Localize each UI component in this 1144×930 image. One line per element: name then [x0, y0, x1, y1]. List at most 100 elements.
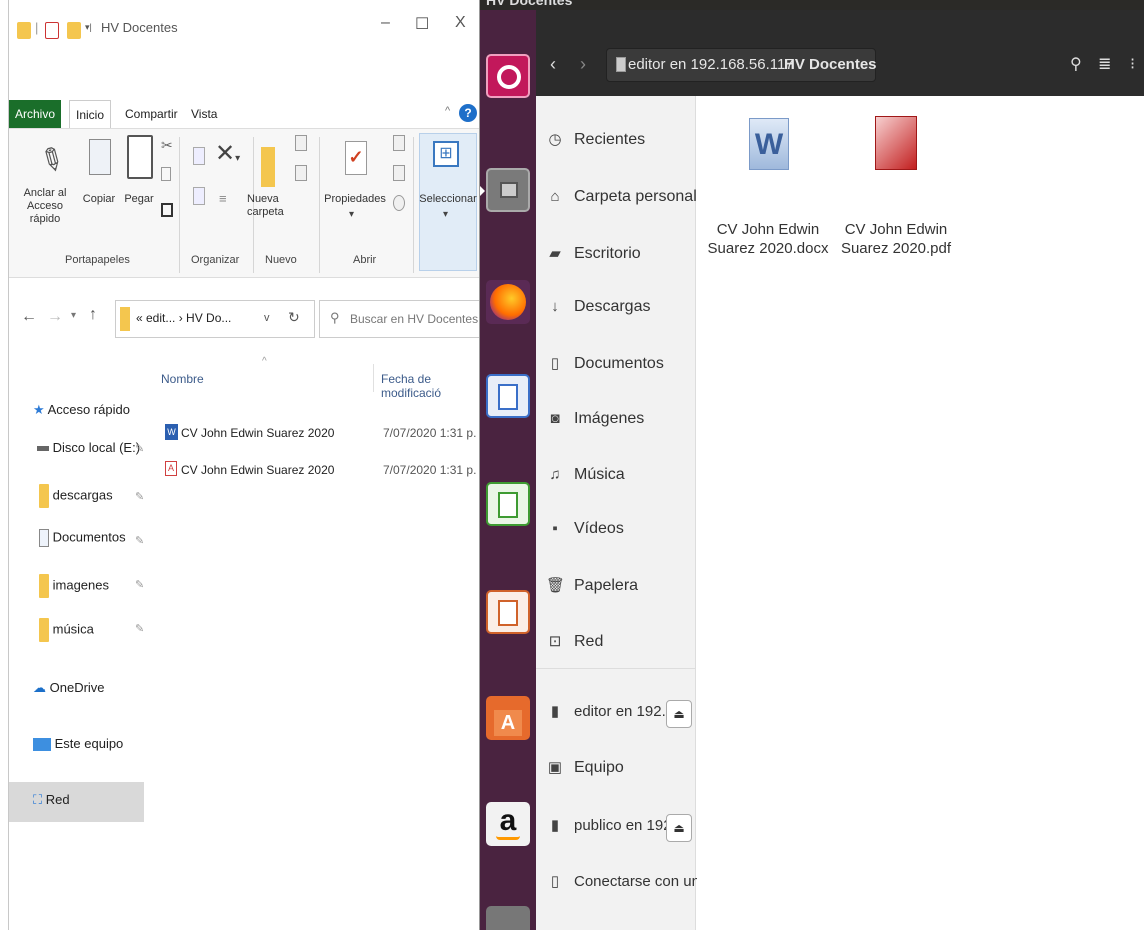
- network-drive-icon: ▮: [550, 817, 560, 834]
- settings-icon[interactable]: [486, 906, 530, 930]
- history-icon[interactable]: [393, 195, 405, 211]
- minimize-button[interactable]: –: [381, 14, 390, 32]
- nav-onedrive[interactable]: ☁ OneDrive: [33, 680, 105, 696]
- tab-archivo[interactable]: Archivo: [9, 100, 62, 128]
- sidebar-item-musica[interactable]: ♫ Música: [546, 466, 624, 484]
- file-name[interactable]: CV John Edwin Suarez 2020: [181, 426, 334, 440]
- sidebar-item-imagenes[interactable]: ◙ Imágenes: [546, 410, 644, 428]
- menu-icon[interactable]: ⁝: [1130, 54, 1135, 74]
- nav-red[interactable]: ⛶ Red: [33, 792, 70, 808]
- sidebar-item-descargas[interactable]: ↓ Descargas: [546, 298, 650, 316]
- nav-quick-access[interactable]: ★ Acceso rápido: [33, 402, 130, 418]
- delete-icon[interactable]: ✕▾: [215, 139, 240, 168]
- sidebar-item-papelera[interactable]: 🗑 Papelera: [546, 576, 638, 595]
- list-view-icon[interactable]: ≣: [1098, 54, 1111, 74]
- scissors-icon[interactable]: ✂: [161, 137, 173, 154]
- select-button[interactable]: Seleccionar: [419, 193, 477, 206]
- ubuntu-logo-icon[interactable]: [486, 54, 530, 98]
- column-date[interactable]: Fecha de modificació: [381, 372, 479, 400]
- pin-icon[interactable]: ✎: [32, 139, 71, 182]
- nav-descargas[interactable]: descargas: [39, 484, 113, 508]
- new-folder-icon[interactable]: [261, 147, 275, 187]
- search-icon[interactable]: ⚲: [1070, 54, 1082, 74]
- impress-icon[interactable]: [486, 590, 530, 634]
- eject-icon[interactable]: ⏏: [666, 700, 692, 728]
- writer-icon[interactable]: [486, 374, 530, 418]
- help-icon[interactable]: ?: [459, 104, 477, 122]
- nav-red-selected[interactable]: [9, 782, 144, 822]
- new-folder-button[interactable]: Nueva carpeta: [247, 193, 297, 219]
- folder-icon: [17, 22, 31, 39]
- nav-imagenes[interactable]: imagenes: [39, 574, 109, 598]
- software-center-icon[interactable]: A: [486, 696, 530, 740]
- easy-access-icon[interactable]: [295, 165, 307, 181]
- dropdown-icon[interactable]: ▾|: [85, 22, 92, 33]
- music-icon: ♫: [549, 466, 561, 483]
- copy-icon[interactable]: [89, 139, 111, 175]
- chevron-up-icon[interactable]: ^: [445, 105, 450, 117]
- sidebar-item-videos[interactable]: ▪ Vídeos: [546, 520, 623, 538]
- refresh-icon[interactable]: ↻: [288, 309, 300, 326]
- firefox-icon[interactable]: [486, 280, 530, 324]
- address-bar[interactable]: « edit... › HV Do... v ↻: [115, 300, 315, 338]
- pdf-file-icon[interactable]: [875, 116, 917, 170]
- pin-quick-access-button[interactable]: Anclar al Acceso rápido: [13, 187, 77, 226]
- nav-este-equipo[interactable]: Este equipo: [33, 736, 123, 752]
- tab-compartir[interactable]: Compartir: [125, 100, 178, 128]
- paste-button[interactable]: Pegar: [119, 193, 159, 206]
- move-to-icon[interactable]: [193, 147, 205, 165]
- folder-icon: [39, 574, 49, 598]
- file-label[interactable]: CV John Edwin Suarez 2020.pdf: [831, 220, 961, 258]
- back-icon[interactable]: ←: [21, 308, 37, 326]
- explorer-titlebar: | ▾| HV Docentes – ☐ X: [9, 0, 479, 44]
- edit-icon[interactable]: [393, 165, 405, 181]
- rename-icon[interactable]: ≡: [219, 191, 227, 206]
- sidebar-item-conectarse[interactable]: ▯ Conectarse con un ...: [546, 872, 717, 890]
- copy-path-icon[interactable]: [161, 167, 171, 181]
- tab-inicio[interactable]: Inicio: [69, 100, 112, 128]
- close-button[interactable]: X: [455, 14, 466, 32]
- sidebar-item-documentos[interactable]: ▯ Documentos: [546, 354, 664, 373]
- file-label[interactable]: CV John Edwin Suarez 2020.docx: [703, 220, 833, 258]
- search-input[interactable]: Buscar en HV Docentes: [350, 312, 478, 326]
- nav-musica[interactable]: música: [39, 618, 94, 642]
- back-button[interactable]: ‹: [550, 54, 556, 75]
- paste-icon[interactable]: [127, 135, 153, 179]
- copy-to-icon[interactable]: [193, 187, 205, 205]
- sidebar-item-recientes[interactable]: ◷ Recientes: [546, 130, 645, 149]
- tab-vista[interactable]: Vista: [191, 100, 217, 128]
- docx-file-icon[interactable]: W: [749, 118, 789, 170]
- forward-button[interactable]: ›: [580, 54, 586, 75]
- column-name[interactable]: Nombre: [161, 372, 204, 386]
- properties-button[interactable]: Propiedades: [323, 193, 387, 206]
- amazon-icon[interactable]: a: [486, 802, 530, 846]
- files-icon[interactable]: [486, 168, 530, 212]
- sidebar-item-publico[interactable]: ▮ publico en 192...: [546, 816, 684, 834]
- sidebar-item-carpeta-personal[interactable]: ⌂ Carpeta personal: [546, 188, 696, 206]
- up-icon[interactable]: ↑: [89, 306, 97, 324]
- nav-documentos[interactable]: Documentos: [39, 529, 126, 547]
- file-name[interactable]: CV John Edwin Suarez 2020: [181, 463, 334, 477]
- path-location[interactable]: editor en 192.168.56.117: [628, 48, 794, 82]
- path-current[interactable]: HV Docentes: [784, 48, 877, 82]
- open-icon[interactable]: [393, 135, 405, 151]
- sidebar-item-escritorio[interactable]: ▰ Escritorio: [546, 244, 640, 263]
- forward-icon[interactable]: →: [47, 308, 63, 326]
- active-indicator-icon: [480, 186, 485, 196]
- chevron-down-icon[interactable]: v: [264, 312, 270, 324]
- paste-shortcut-icon[interactable]: [161, 203, 173, 217]
- sidebar-item-red[interactable]: ⊡ Red: [546, 632, 604, 651]
- checkbox-icon[interactable]: [45, 22, 59, 39]
- new-item-icon[interactable]: [295, 135, 307, 151]
- sidebar-item-equipo[interactable]: ▣ Equipo: [546, 758, 624, 777]
- copy-button[interactable]: Copiar: [79, 193, 119, 206]
- search-box[interactable]: ⚲ Buscar en HV Docentes: [319, 300, 479, 338]
- properties-icon[interactable]: ✓: [345, 141, 367, 175]
- eject-icon[interactable]: ⏏: [666, 814, 692, 842]
- nav-disco-local[interactable]: Disco local (E:): [37, 440, 140, 455]
- select-icon[interactable]: ⊞: [433, 141, 459, 167]
- drive-icon: [37, 446, 49, 452]
- maximize-button[interactable]: ☐: [415, 14, 429, 34]
- recent-locations-icon[interactable]: ▾: [71, 310, 76, 321]
- calc-icon[interactable]: [486, 482, 530, 526]
